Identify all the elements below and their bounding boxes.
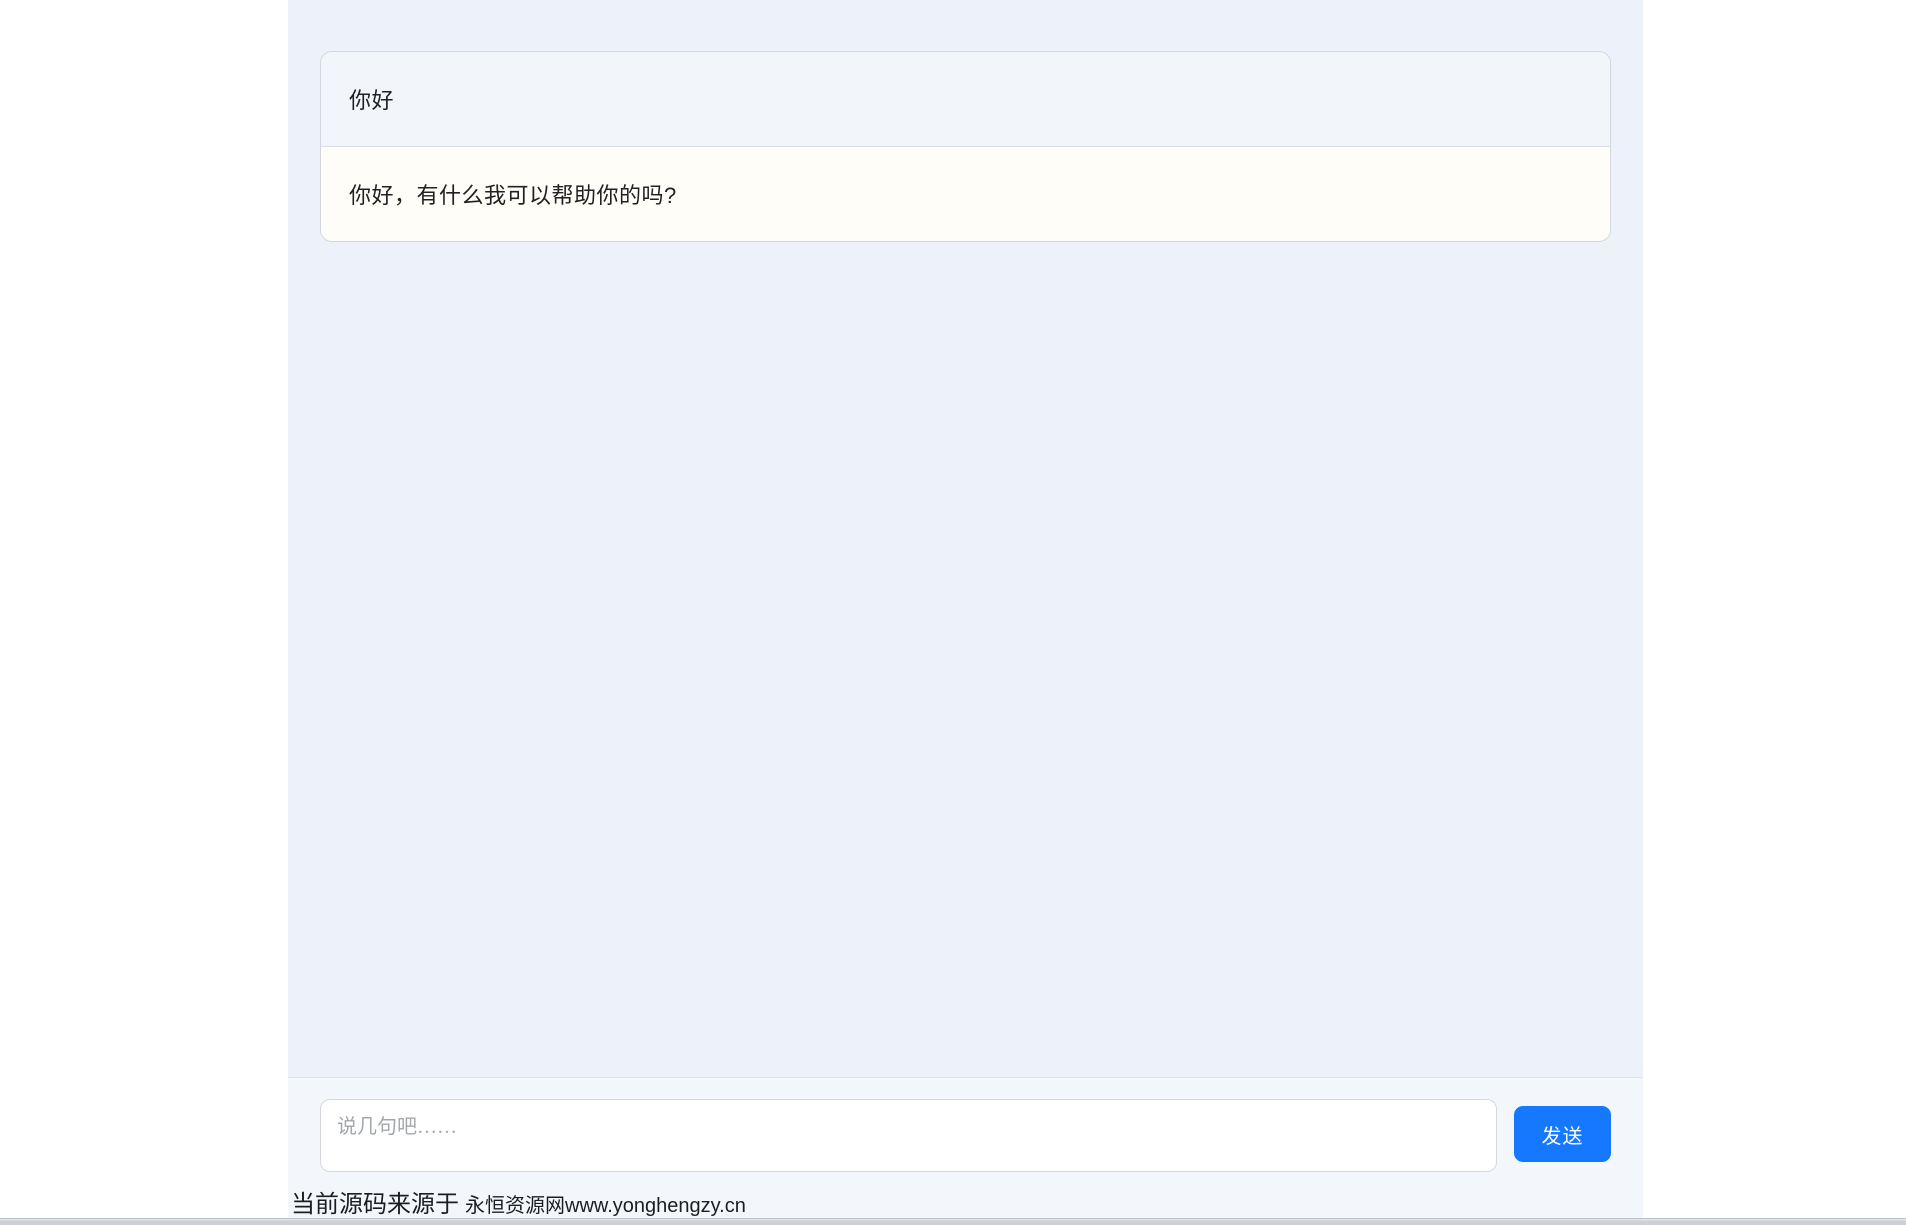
composer-bar: 发送 当前源码来源于永恒资源网www.yonghengzy.cn [288, 1077, 1643, 1218]
chat-app-container: 你好 你好，有什么我可以帮助你的吗? 发送 当前源码来源于永恒资源网www.yo… [288, 0, 1643, 1218]
horizontal-scrollbar[interactable] [0, 1218, 1906, 1225]
send-button[interactable]: 发送 [1514, 1106, 1611, 1162]
assistant-message-text: 你好，有什么我可以帮助你的吗? [349, 178, 677, 210]
page: 你好 你好，有什么我可以帮助你的吗? 发送 当前源码来源于永恒资源网www.yo… [0, 0, 1906, 1225]
user-message-text: 你好 [349, 83, 394, 115]
user-message-row: 你好 [321, 52, 1610, 147]
chat-message-list: 你好 你好，有什么我可以帮助你的吗? [288, 0, 1643, 1077]
footer-credit-prefix: 当前源码来源于 [291, 1191, 459, 1218]
footer-credit: 当前源码来源于永恒资源网www.yonghengzy.cn [291, 1190, 746, 1218]
chat-card: 你好 你好，有什么我可以帮助你的吗? [320, 51, 1611, 242]
assistant-message-row: 你好，有什么我可以帮助你的吗? [321, 147, 1610, 241]
message-input[interactable] [320, 1099, 1497, 1172]
footer-credit-site: 永恒资源网www.yonghengzy.cn [465, 1195, 746, 1217]
composer-row: 发送 [288, 1078, 1643, 1172]
